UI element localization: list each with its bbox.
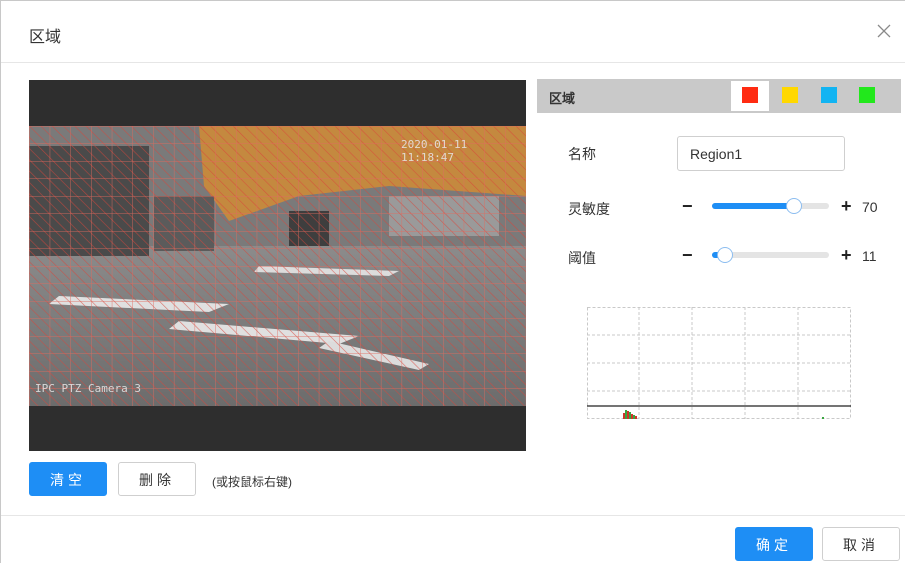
threshold-slider-thumb[interactable] [717, 247, 733, 263]
motion-histogram [587, 307, 851, 419]
sensitivity-decrease-button[interactable]: − [682, 197, 693, 215]
region-color-green[interactable] [859, 87, 875, 103]
sensitivity-label: 灵敏度 [568, 201, 610, 217]
ok-button[interactable]: 确定 [735, 527, 813, 561]
region-name-input[interactable] [677, 136, 845, 171]
region-color-red[interactable] [742, 87, 758, 103]
sensitivity-slider-thumb[interactable] [786, 198, 802, 214]
camera-name-overlay: IPC PTZ Camera 3 [35, 382, 141, 395]
video-preview[interactable]: 2020-01-11 11:18:47 IPC PTZ Camera 3 [29, 80, 526, 451]
threshold-decrease-button[interactable]: − [682, 246, 693, 264]
threshold-label: 阈值 [568, 250, 596, 266]
region-selector-bar: 区域 [537, 79, 901, 113]
histogram-bars [623, 410, 824, 419]
close-icon[interactable] [876, 23, 892, 39]
dialog-header: 区域 [1, 1, 905, 63]
footer-divider [1, 515, 905, 516]
sensitivity-slider-fill [712, 203, 794, 209]
threshold-slider[interactable] [712, 247, 829, 263]
sensitivity-slider[interactable] [712, 198, 829, 214]
dialog-title: 区域 [29, 29, 62, 46]
camera-frame[interactable] [29, 126, 526, 406]
region-color-blue[interactable] [821, 87, 837, 103]
sensitivity-value: 70 [862, 199, 878, 215]
threshold-increase-button[interactable]: + [841, 246, 852, 264]
region-color-yellow[interactable] [782, 87, 798, 103]
delete-hint: (或按鼠标右键) [212, 475, 292, 489]
sensitivity-increase-button[interactable]: + [841, 197, 852, 215]
threshold-value: 11 [862, 248, 877, 264]
delete-button[interactable]: 删除 [118, 462, 196, 496]
region-dialog: 区域 2020-01-11 11:18:47 IPC PTZ Camera 3 … [0, 0, 905, 563]
region-label: 区域 [549, 91, 576, 106]
timestamp-overlay: 2020-01-11 11:18:47 [401, 138, 468, 164]
clear-button[interactable]: 清空 [29, 462, 107, 496]
name-label: 名称 [568, 146, 596, 162]
cancel-button[interactable]: 取消 [822, 527, 900, 561]
